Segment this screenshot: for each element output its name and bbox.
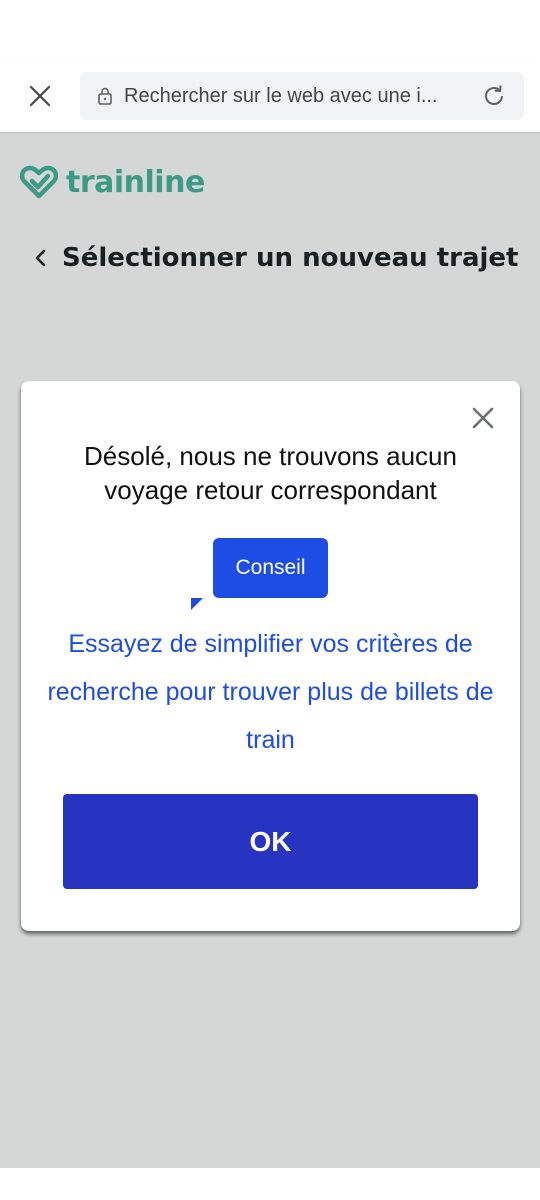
browser-toolbar: Rechercher sur le web avec une i... — [0, 60, 540, 132]
reload-icon[interactable] — [480, 82, 508, 110]
heart-check-icon — [20, 165, 58, 199]
dialog-heading: Désolé, nous ne trouvons aucun voyage re… — [84, 441, 457, 505]
tip-text: Essayez de simplifier vos critères de re… — [47, 630, 494, 754]
tip-badge-tail — [191, 598, 203, 610]
back-navigation[interactable]: Sélectionner un nouveau trajet — [30, 236, 518, 280]
page-title: Sélectionner un nouveau trajet — [62, 243, 519, 273]
close-icon — [29, 85, 51, 107]
lock-icon — [98, 87, 112, 105]
trainline-logo[interactable]: trainline — [20, 162, 205, 202]
logo-text: trainline — [66, 164, 205, 200]
tip-badge: Conseil — [213, 538, 328, 598]
navigation-bar-area — [0, 1168, 540, 1200]
browser-close-button[interactable] — [20, 76, 60, 116]
no-return-journey-dialog: Désolé, nous ne trouvons aucun voyage re… — [21, 381, 520, 931]
chevron-left-icon[interactable] — [30, 247, 52, 269]
url-field[interactable]: Rechercher sur le web avec une i... — [80, 72, 524, 120]
url-text: Rechercher sur le web avec une i... — [124, 85, 438, 107]
close-icon[interactable] — [468, 403, 498, 433]
status-bar-area — [0, 0, 540, 60]
ok-button[interactable]: OK — [63, 794, 478, 889]
